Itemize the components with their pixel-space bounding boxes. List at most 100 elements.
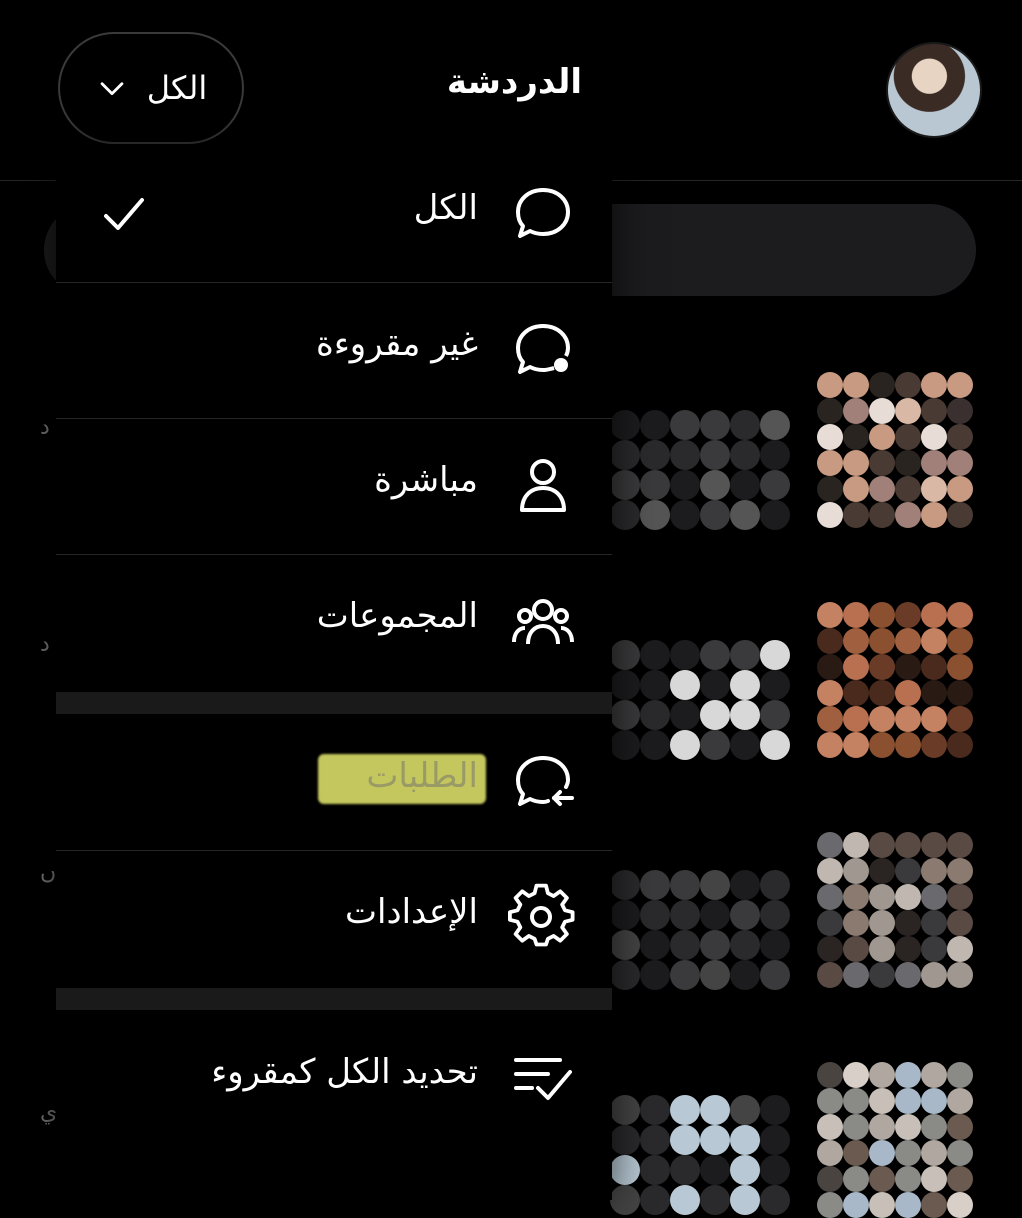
- chevron-down-icon: [100, 82, 124, 96]
- avatar-pixel: [670, 1185, 700, 1215]
- menu-item-requests[interactable]: الطلبات: [56, 714, 612, 848]
- avatar-pixel: [670, 1125, 700, 1155]
- avatar-pixel: [869, 398, 895, 424]
- avatar-pixel: [817, 936, 843, 962]
- menu-item-groups[interactable]: المجموعات: [56, 554, 612, 688]
- avatar-pixel: [843, 450, 869, 476]
- avatar-pixel: [843, 832, 869, 858]
- avatar-pixel: [760, 730, 790, 760]
- avatar-pixel: [921, 706, 947, 732]
- avatar-pixel: [640, 900, 670, 930]
- avatar-pixel: [670, 1155, 700, 1185]
- avatar-pixel: [947, 628, 973, 654]
- avatar-pixel: [921, 936, 947, 962]
- avatar-pixel: [947, 1062, 973, 1088]
- avatar-pixel: [895, 884, 921, 910]
- avatar-pixel: [869, 1114, 895, 1140]
- avatar-pixel: [869, 680, 895, 706]
- avatar-pixel: [670, 700, 700, 730]
- avatar-pixel: [640, 410, 670, 440]
- avatar-pixel: [947, 858, 973, 884]
- avatar-pixel: [843, 858, 869, 884]
- avatar-pixel: [947, 732, 973, 758]
- avatar-pixel: [921, 1088, 947, 1114]
- checkmark-icon: [100, 190, 148, 238]
- avatar-pixel: [817, 910, 843, 936]
- avatar-pixel: [730, 670, 760, 700]
- avatar-pixel: [869, 1062, 895, 1088]
- avatar-pixel: [670, 1095, 700, 1125]
- avatar-pixel: [817, 706, 843, 732]
- avatar-pixel: [895, 1114, 921, 1140]
- avatar-pixel: [670, 900, 700, 930]
- avatar-pixel: [895, 1062, 921, 1088]
- avatar-pixel: [730, 700, 760, 730]
- avatar-pixel: [947, 706, 973, 732]
- blurred-text: د: [40, 632, 50, 657]
- menu-item-settings[interactable]: الإعدادات: [56, 850, 612, 984]
- avatar-pixel: [843, 1166, 869, 1192]
- avatar-pixel: [869, 1140, 895, 1166]
- avatar-pixel: [895, 1088, 921, 1114]
- menu-item-label: الكل: [413, 188, 478, 228]
- avatar-pixel: [817, 884, 843, 910]
- avatar-pixel: [610, 900, 640, 930]
- avatar-pixel: [610, 670, 640, 700]
- avatar-pixel: [640, 670, 670, 700]
- avatar-pixel: [700, 670, 730, 700]
- menu-item-label: الطلبات: [366, 756, 478, 796]
- avatar-pixel: [947, 424, 973, 450]
- avatar-pixel: [947, 476, 973, 502]
- avatar-pixel: [640, 1095, 670, 1125]
- profile-avatar[interactable]: [886, 42, 982, 138]
- menu-item-direct[interactable]: مباشرة: [56, 418, 612, 552]
- menu-item-mark-all-read[interactable]: تحديد الكل كمقروء: [56, 1010, 612, 1144]
- avatar-pixel: [843, 476, 869, 502]
- avatar-pixel: [817, 1192, 843, 1218]
- menu-item-all[interactable]: الكل: [56, 146, 612, 280]
- avatar-pixel: [947, 398, 973, 424]
- avatar-pixel: [670, 500, 700, 530]
- avatar-pixel: [895, 502, 921, 528]
- avatar-pixel: [921, 680, 947, 706]
- avatar-pixel: [730, 930, 760, 960]
- avatar-pixel: [921, 884, 947, 910]
- chat-bubble-icon: [508, 178, 578, 248]
- avatar-pixel: [869, 706, 895, 732]
- avatar-pixel: [760, 670, 790, 700]
- avatar-pixel: [921, 424, 947, 450]
- avatar-pixel: [817, 372, 843, 398]
- avatar-pixel: [817, 680, 843, 706]
- avatar-pixel: [760, 930, 790, 960]
- avatar-pixel: [921, 602, 947, 628]
- avatar-pixel: [730, 900, 760, 930]
- avatar-pixel: [817, 654, 843, 680]
- avatar-pixel: [610, 1095, 640, 1125]
- avatar-pixel: [921, 732, 947, 758]
- avatar-pixel: [730, 640, 760, 670]
- filter-dropdown-button[interactable]: الكل: [58, 32, 244, 144]
- avatar-pixel: [947, 680, 973, 706]
- menu-section-separator: [56, 692, 612, 714]
- avatar-pixel: [895, 450, 921, 476]
- avatar-pixel: [947, 910, 973, 936]
- avatar-pixel: [760, 410, 790, 440]
- menu-item-label: الإعدادات: [344, 892, 478, 932]
- avatar-pixel: [730, 1155, 760, 1185]
- menu-item-label: مباشرة: [374, 460, 478, 500]
- avatar-pixel: [817, 628, 843, 654]
- avatar-pixel: [760, 900, 790, 930]
- avatar-pixel: [947, 602, 973, 628]
- avatar-pixel: [700, 1095, 730, 1125]
- avatar-pixel: [843, 654, 869, 680]
- avatar-pixel: [760, 440, 790, 470]
- menu-item-unread[interactable]: غير مقروءة: [56, 282, 612, 416]
- avatar-pixel: [700, 640, 730, 670]
- avatar-pixel: [895, 1140, 921, 1166]
- avatar-pixel: [843, 1062, 869, 1088]
- avatar-pixel: [730, 410, 760, 440]
- avatar-pixel: [843, 602, 869, 628]
- avatar-pixel: [869, 1166, 895, 1192]
- avatar-pixel: [921, 962, 947, 988]
- avatar-pixel: [895, 424, 921, 450]
